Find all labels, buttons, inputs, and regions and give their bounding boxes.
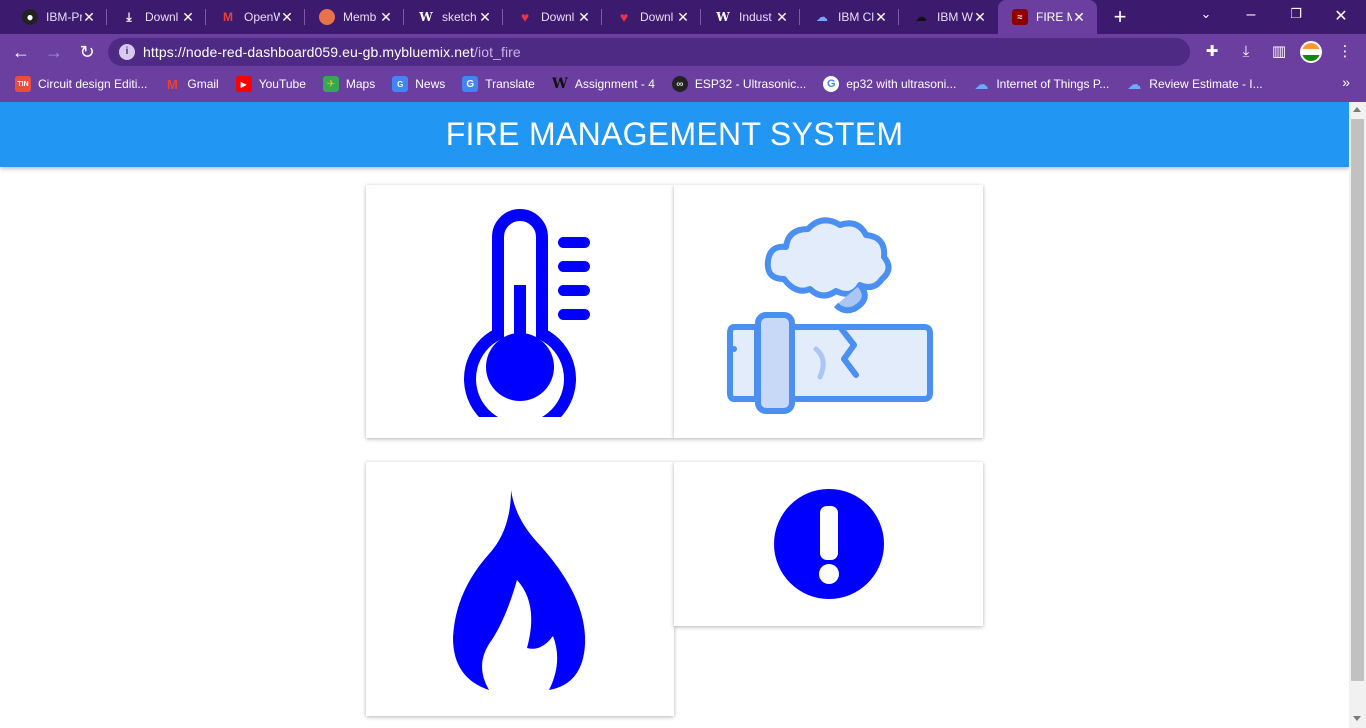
tab-10-active[interactable]: ≈ FIRE M ✕ xyxy=(998,0,1097,34)
close-tab-icon[interactable]: ✕ xyxy=(378,9,394,26)
close-tab-icon[interactable]: ✕ xyxy=(81,9,97,26)
exclamation-icon xyxy=(773,489,884,599)
tab-8[interactable]: ☁ IBM Cl ✕ xyxy=(800,0,899,34)
translate-icon: G xyxy=(462,76,479,92)
profile-avatar[interactable] xyxy=(1300,41,1322,63)
page-viewport: FIRE MANAGEMENT SYSTEM xyxy=(0,102,1349,728)
maps-icon: ✈ xyxy=(322,76,339,92)
bookmark-9[interactable]: ☁ Internet of Things P... xyxy=(973,76,1109,92)
bookmark-4[interactable]: G News xyxy=(392,76,445,92)
scroll-up-arrow-icon[interactable] xyxy=(1353,107,1361,112)
tab-0[interactable]: ● IBM-Pr ✕ xyxy=(8,0,107,34)
bookmark-2[interactable]: ▶ YouTube xyxy=(235,76,306,92)
tab-5[interactable]: ♥ Downl ✕ xyxy=(503,0,602,34)
tab-6[interactable]: ♥ Downl ✕ xyxy=(602,0,701,34)
tab-4[interactable]: W sketch ✕ xyxy=(404,0,503,34)
broken-pipe-gas-icon xyxy=(726,217,933,414)
tab-strip: ● IBM-Pr ✕ ⤓ Downl ✕ M OpenW ✕ Memb ✕ W … xyxy=(0,0,1366,34)
youtube-icon: ▶ xyxy=(235,76,252,92)
downloads-icon[interactable]: ⤓ xyxy=(1236,42,1256,62)
github-icon: ● xyxy=(22,9,38,25)
gas-leak-card xyxy=(674,185,983,438)
tab-search-icon[interactable]: ⌄ xyxy=(1196,6,1216,22)
bookmarks-bar: TIN Circuit design Editi... M Gmail ▶ Yo… xyxy=(0,70,1366,98)
url-text: https://node-red-dashboard059.eu-gb.mybl… xyxy=(143,44,521,60)
w-logo-icon: W xyxy=(419,10,433,24)
bookmark-0[interactable]: TIN Circuit design Editi... xyxy=(15,76,147,92)
heart-icon: ♥ xyxy=(619,9,629,25)
back-arrow-icon[interactable]: ← xyxy=(10,41,32,63)
flame-card xyxy=(366,462,674,716)
reload-icon[interactable]: ↻ xyxy=(76,41,98,63)
download-icon: ⤓ xyxy=(126,9,132,24)
address-bar[interactable]: i https://node-red-dashboard059.eu-gb.my… xyxy=(108,38,1190,66)
close-window-icon[interactable]: ✕ xyxy=(1331,6,1351,26)
page-title: FIRE MANAGEMENT SYSTEM xyxy=(445,116,904,152)
tab-2[interactable]: M OpenW ✕ xyxy=(206,0,305,34)
gmail-icon: M xyxy=(223,10,233,24)
close-tab-icon[interactable]: ✕ xyxy=(180,9,196,26)
dashboard-header: FIRE MANAGEMENT SYSTEM xyxy=(0,102,1349,167)
new-tab-button[interactable]: + xyxy=(1108,4,1132,30)
gmail-icon: M xyxy=(166,76,178,92)
alert-card xyxy=(674,462,983,626)
restore-icon[interactable]: ❐ xyxy=(1286,6,1306,22)
more-bookmarks-icon[interactable]: » xyxy=(1342,74,1350,90)
browser-toolbar: ← → ↻ i https://node-red-dashboard059.eu… xyxy=(0,34,1366,70)
tab-9[interactable]: ☁ IBM W ✕ xyxy=(899,0,998,34)
node-red-icon: ≈ xyxy=(1012,9,1028,25)
tinkercad-icon: TIN xyxy=(15,76,31,92)
bookmark-10[interactable]: ☁ Review Estimate - I... xyxy=(1126,76,1262,92)
flame-icon xyxy=(453,490,586,690)
close-tab-icon[interactable]: ✕ xyxy=(279,9,295,26)
temperature-card xyxy=(366,185,674,438)
close-tab-icon[interactable]: ✕ xyxy=(477,9,493,26)
close-tab-icon[interactable]: ✕ xyxy=(675,9,691,26)
bookmark-5[interactable]: G Translate xyxy=(462,76,535,92)
close-tab-icon[interactable]: ✕ xyxy=(1071,9,1087,26)
forward-arrow-icon[interactable]: → xyxy=(43,41,65,63)
tab-7[interactable]: W Indust ✕ xyxy=(701,0,800,34)
close-tab-icon[interactable]: ✕ xyxy=(972,9,988,26)
scrollbar-thumb[interactable] xyxy=(1351,119,1364,681)
close-tab-icon[interactable]: ✕ xyxy=(774,9,790,26)
bookmark-8[interactable]: G ep32 with ultrasoni... xyxy=(823,76,956,92)
ibm-cloud-icon: ☁ xyxy=(816,10,828,24)
close-tab-icon[interactable]: ✕ xyxy=(873,9,889,26)
ibm-watson-icon: ☁ xyxy=(915,10,927,24)
site-info-icon[interactable]: i xyxy=(119,44,135,60)
heart-icon: ♥ xyxy=(520,9,530,25)
ibm-cloud-icon: ☁ xyxy=(974,75,989,92)
bookmark-7[interactable]: ∞ ESP32 - Ultrasonic... xyxy=(671,76,806,92)
close-tab-icon[interactable]: ✕ xyxy=(576,9,592,26)
thermometer-icon xyxy=(464,208,590,417)
bookmark-3[interactable]: ✈ Maps xyxy=(322,76,375,92)
extensions-icon[interactable]: ✚ xyxy=(1202,42,1222,62)
google-icon: G xyxy=(823,76,840,92)
side-panel-icon[interactable]: ▥ xyxy=(1269,42,1289,62)
page-scrollbar[interactable] xyxy=(1349,102,1366,728)
bookmark-1[interactable]: M Gmail xyxy=(164,76,219,92)
news-icon: G xyxy=(392,76,409,92)
w-logo-icon: W xyxy=(551,76,568,92)
menu-kebab-icon[interactable]: ⋮ xyxy=(1335,42,1355,62)
tab-3[interactable]: Memb ✕ xyxy=(305,0,404,34)
scroll-down-arrow-icon[interactable] xyxy=(1353,716,1361,721)
esp32-icon: ∞ xyxy=(671,76,688,92)
w-logo-icon: W xyxy=(716,10,730,24)
ibm-cloud-icon: ☁ xyxy=(1127,75,1142,92)
minimize-icon[interactable]: – xyxy=(1241,6,1261,24)
tab-1[interactable]: ⤓ Downl ✕ xyxy=(107,0,206,34)
avatar-icon xyxy=(319,9,335,25)
bookmark-6[interactable]: W Assignment - 4 xyxy=(552,76,655,92)
